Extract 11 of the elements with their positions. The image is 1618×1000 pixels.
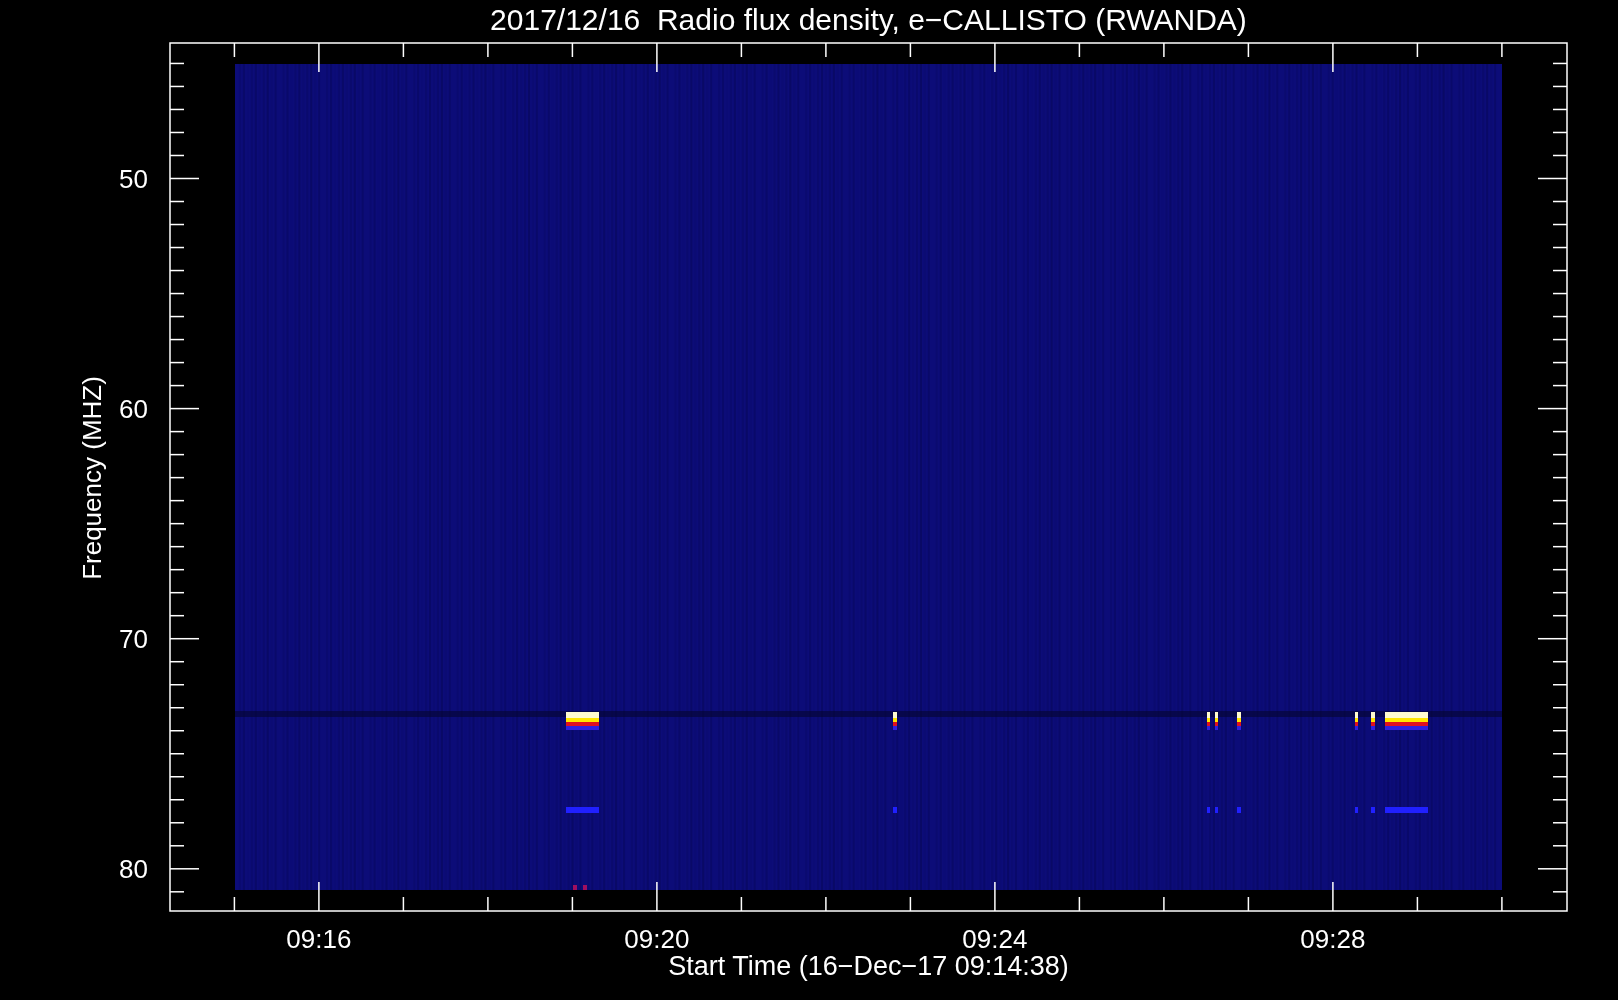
x-tick-label: 09:28: [1300, 924, 1366, 954]
y-axis-label: Frequency (MHZ): [77, 376, 107, 580]
y-tick-label: 60: [119, 393, 148, 424]
chart-title: 2017/12/16 Radio flux density, e−CALLISTO (RWANDA): [490, 3, 1247, 36]
x-tick-label: 09:20: [624, 924, 690, 954]
y-tick-label: 50: [119, 163, 148, 194]
y-tick-label: 70: [119, 623, 148, 654]
x-axis-label: Start Time (16−Dec−17 09:14:38): [668, 951, 1069, 981]
x-tick-label: 09:16: [286, 924, 352, 954]
y-tick-label: 80: [119, 853, 148, 884]
x-tick-label: 09:24: [962, 924, 1028, 954]
